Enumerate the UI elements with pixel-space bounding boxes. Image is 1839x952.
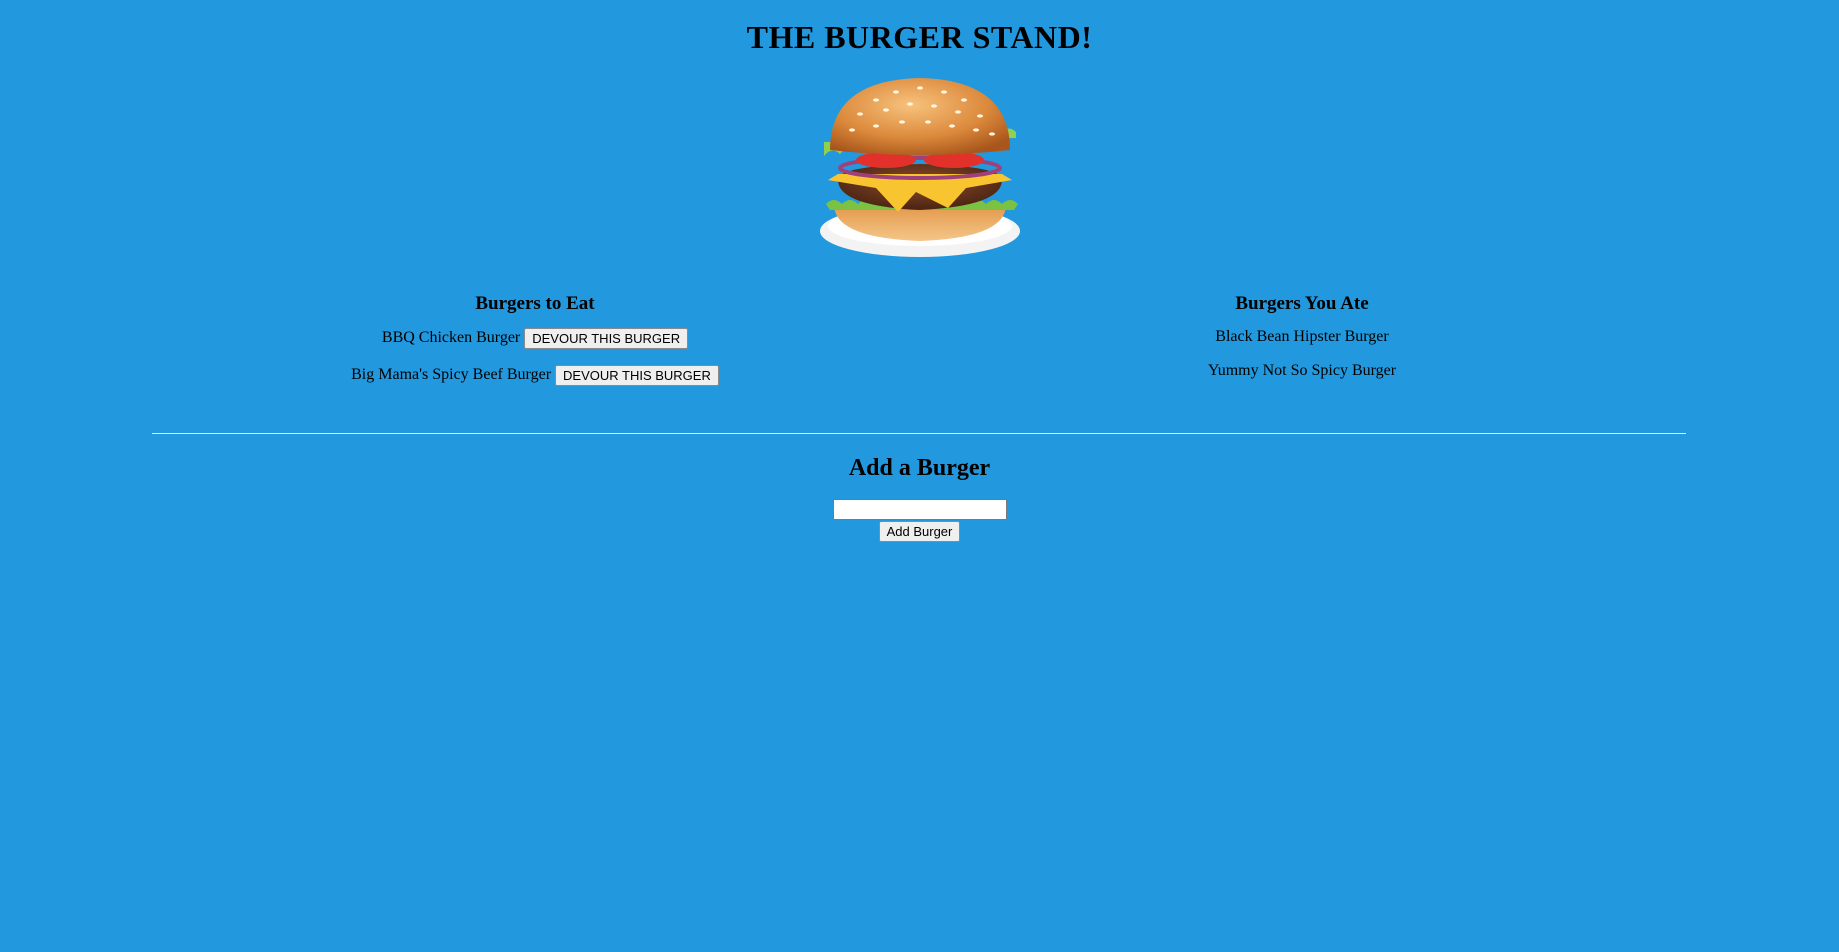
list-item: Big Mama's Spicy Beef Burger DEVOUR THIS… — [153, 364, 917, 386]
burgers-eaten-heading: Burgers You Ate — [1235, 293, 1369, 314]
list-item: Yummy Not So Spicy Burger — [1207, 362, 1397, 379]
burgers-to-eat-section: Burgers to Eat BBQ Chicken Burger DEVOUR… — [153, 293, 917, 401]
burgers-to-eat-heading: Burgers to Eat — [475, 293, 595, 314]
add-burger-form: Add Burger — [0, 499, 1839, 542]
devour-button[interactable]: DEVOUR THIS BURGER — [524, 327, 689, 349]
burgers-eaten-section: Burgers You Ate Black Bean Hipster Burge… — [920, 293, 1684, 394]
burgers-eaten-list: Black Bean Hipster Burger Yummy Not So S… — [920, 326, 1684, 382]
add-burger-section: Add a Burger Add Burger — [0, 453, 1839, 542]
list-item: Black Bean Hipster Burger — [1215, 328, 1389, 345]
add-burger-button[interactable]: Add Burger — [878, 521, 961, 542]
page-title: THE BURGER STAND! — [746, 19, 1093, 55]
add-burger-heading: Add a Burger — [848, 455, 991, 481]
burger-name-input[interactable] — [832, 499, 1007, 520]
hero-image — [0, 76, 1839, 259]
burger-columns: Burgers to Eat BBQ Chicken Burger DEVOUR… — [0, 293, 1839, 413]
burgers-to-eat-list: BBQ Chicken Burger DEVOUR THIS BURGER Bi… — [153, 327, 917, 386]
divider — [152, 433, 1686, 434]
devour-button[interactable]: DEVOUR THIS BURGER — [555, 364, 719, 386]
burger-name: Big Mama's Spicy Beef Burger — [351, 366, 552, 383]
burger-icon — [819, 78, 1020, 257]
burger-name: BBQ Chicken Burger — [381, 329, 521, 346]
list-item: BBQ Chicken Burger DEVOUR THIS BURGER — [153, 327, 917, 349]
